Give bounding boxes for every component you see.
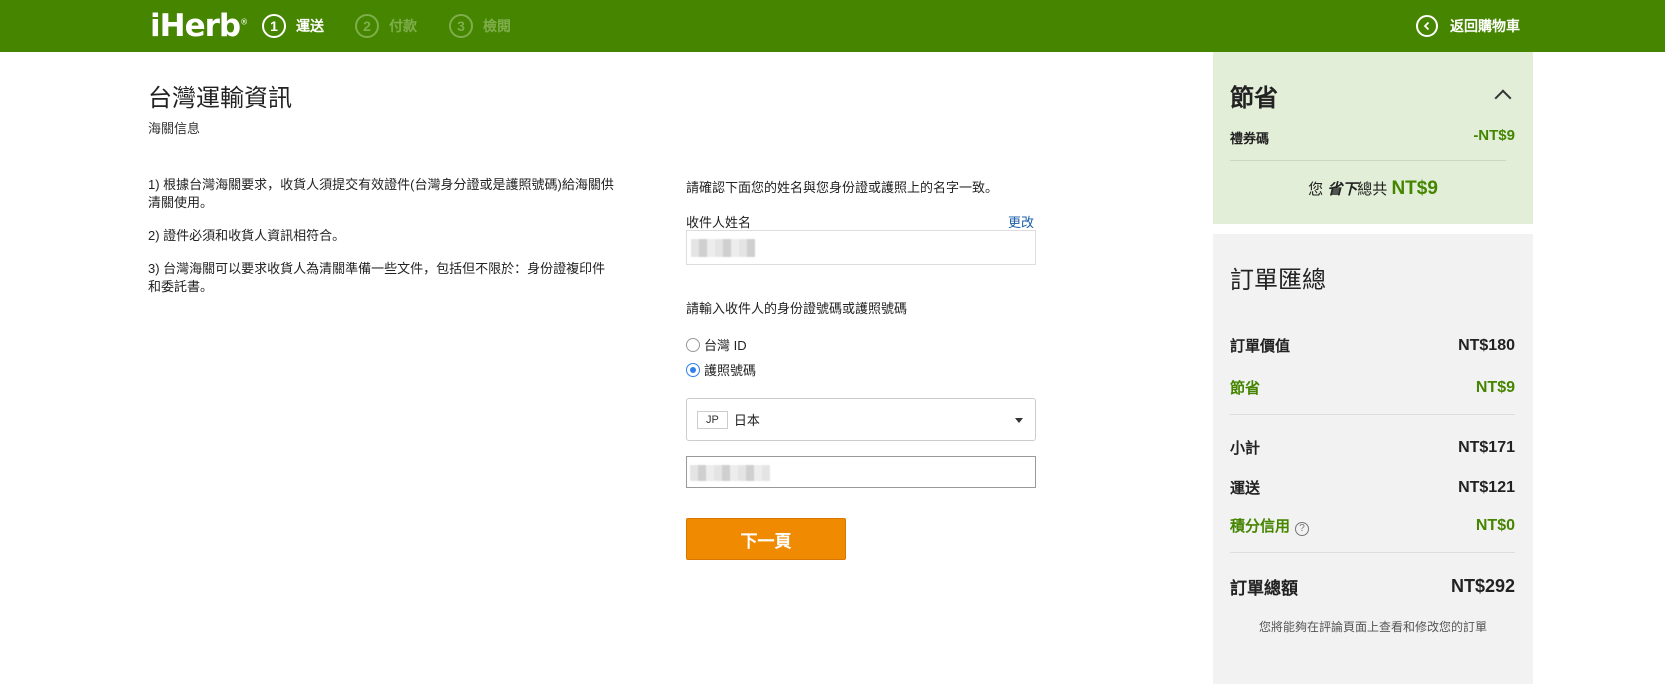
step-review: 3 檢閱 bbox=[449, 14, 511, 38]
divider bbox=[1230, 414, 1515, 415]
radio-label: 護照號碼 bbox=[704, 363, 757, 378]
step-label: 付款 bbox=[389, 18, 417, 34]
radio-label: 台灣 ID bbox=[704, 338, 747, 353]
summary-label: 訂單價值 bbox=[1230, 338, 1291, 355]
id-prompt: 請輸入收件人的身份證號碼或護照號碼 bbox=[686, 301, 908, 316]
summary-label-wrap: 積分信用? bbox=[1230, 515, 1310, 536]
radio-button[interactable] bbox=[686, 337, 700, 352]
savings-panel: 節省 禮券碼 -NT$9 您 省下總共 NT$9 bbox=[1213, 52, 1533, 224]
recipient-name-field bbox=[686, 230, 1036, 265]
savings-total-em: 省下 bbox=[1327, 181, 1358, 198]
summary-value: NT$180 bbox=[1458, 336, 1515, 354]
savings-total-prefix: 您 bbox=[1308, 181, 1324, 198]
redacted-name bbox=[691, 239, 755, 257]
logo-registered-mark: ® bbox=[240, 17, 248, 27]
savings-total: 您 省下總共 NT$9 bbox=[1213, 178, 1533, 200]
summary-total-label: 訂單總額 bbox=[1230, 579, 1298, 598]
chevron-up-icon[interactable] bbox=[1494, 89, 1512, 107]
step-number: 2 bbox=[355, 14, 379, 38]
step-payment: 2 付款 bbox=[355, 14, 417, 38]
coupon-value: -NT$9 bbox=[1473, 127, 1515, 144]
review-note: 您將能夠在評論頁面上查看和修改您的訂單 bbox=[1258, 620, 1487, 634]
divider bbox=[1230, 160, 1506, 161]
summary-value: NT$9 bbox=[1475, 378, 1515, 396]
rule-text: 2) 證件必須和收貨人資訊相符合。 bbox=[148, 228, 346, 243]
savings-title: 節省 bbox=[1230, 85, 1278, 112]
radio-button[interactable] bbox=[686, 362, 700, 377]
step-label: 檢閱 bbox=[483, 18, 511, 34]
logo-text: iHerb bbox=[150, 8, 241, 44]
order-summary-title: 訂單匯總 bbox=[1230, 267, 1326, 294]
recipient-name-label: 收件人姓名 bbox=[686, 215, 752, 230]
step-shipping: 1 運送 bbox=[262, 14, 324, 38]
divider bbox=[1230, 552, 1515, 553]
order-summary-panel: 訂單匯總 訂單價值 NT$180 節省 NT$9 小計 NT$171 運送 NT… bbox=[1213, 234, 1533, 684]
summary-label: 節省 bbox=[1230, 380, 1261, 397]
summary-label: 運送 bbox=[1230, 480, 1261, 497]
back-to-cart-label: 返回購物車 bbox=[1450, 18, 1520, 34]
summary-row-shipping: 運送 NT$121 bbox=[1230, 477, 1515, 498]
page-subtitle: 海關信息 bbox=[148, 121, 201, 136]
chevron-left-icon bbox=[1416, 15, 1438, 37]
top-header: iHerb® 1 運送 2 付款 3 檢閱 返回購物車 bbox=[0, 0, 1665, 52]
savings-total-mid: 總共 bbox=[1357, 181, 1388, 198]
summary-label: 積分信用 bbox=[1230, 518, 1291, 535]
back-to-cart-link[interactable]: 返回購物車 bbox=[1416, 15, 1520, 37]
page-title: 台灣運輸資訊 bbox=[148, 85, 292, 112]
step-number: 3 bbox=[449, 14, 473, 38]
caret-down-icon bbox=[1015, 418, 1023, 423]
step-label: 運送 bbox=[296, 18, 324, 34]
rule-text: 3) 台灣海關可以要求收貨人為清關準備一些文件，包括但不限於：身份證複印件和委託… bbox=[148, 261, 606, 294]
country-code-badge: JP bbox=[697, 410, 728, 429]
summary-row-reward-credit: 積分信用? NT$0 bbox=[1230, 515, 1515, 536]
summary-value: NT$0 bbox=[1475, 516, 1515, 534]
iherb-logo[interactable]: iHerb® bbox=[150, 8, 248, 44]
next-page-button[interactable]: 下一頁 bbox=[686, 518, 846, 560]
summary-row-subtotal: 小計 NT$171 bbox=[1230, 437, 1515, 458]
summary-row-order-value: 訂單價值 NT$180 bbox=[1230, 335, 1515, 356]
savings-total-amount: NT$9 bbox=[1391, 178, 1438, 199]
redacted-passport-number bbox=[690, 465, 770, 481]
summary-value: NT$121 bbox=[1458, 478, 1515, 496]
country-select[interactable]: JP 日本 bbox=[686, 398, 1036, 441]
name-confirm-note: 請確認下面您的姓名與您身份證或護照上的名字一致。 bbox=[686, 180, 999, 195]
summary-row-savings: 節省 NT$9 bbox=[1230, 377, 1515, 398]
summary-value: NT$171 bbox=[1458, 438, 1515, 456]
customs-rules: 1) 根據台灣海關要求，收貨人須提交有效證件(台灣身分證或是護照號碼)給海關供清… bbox=[148, 176, 618, 311]
country-name: 日本 bbox=[733, 413, 760, 428]
radio-taiwan-id[interactable]: 台灣 ID bbox=[686, 335, 747, 354]
coupon-label: 禮券碼 bbox=[1230, 131, 1270, 146]
summary-label: 小計 bbox=[1230, 440, 1261, 457]
step-number: 1 bbox=[262, 14, 286, 38]
summary-total-value: NT$292 bbox=[1450, 576, 1515, 596]
radio-passport[interactable]: 護照號碼 bbox=[686, 360, 756, 379]
rule-text: 1) 根據台灣海關要求，收貨人須提交有效證件(台灣身分證或是護照號碼)給海關供清… bbox=[148, 177, 614, 210]
help-icon[interactable]: ? bbox=[1295, 521, 1310, 536]
passport-number-input[interactable] bbox=[686, 456, 1036, 488]
summary-row-total: 訂單總額 NT$292 bbox=[1230, 574, 1515, 599]
edit-name-link[interactable]: 更改 bbox=[1008, 212, 1034, 231]
